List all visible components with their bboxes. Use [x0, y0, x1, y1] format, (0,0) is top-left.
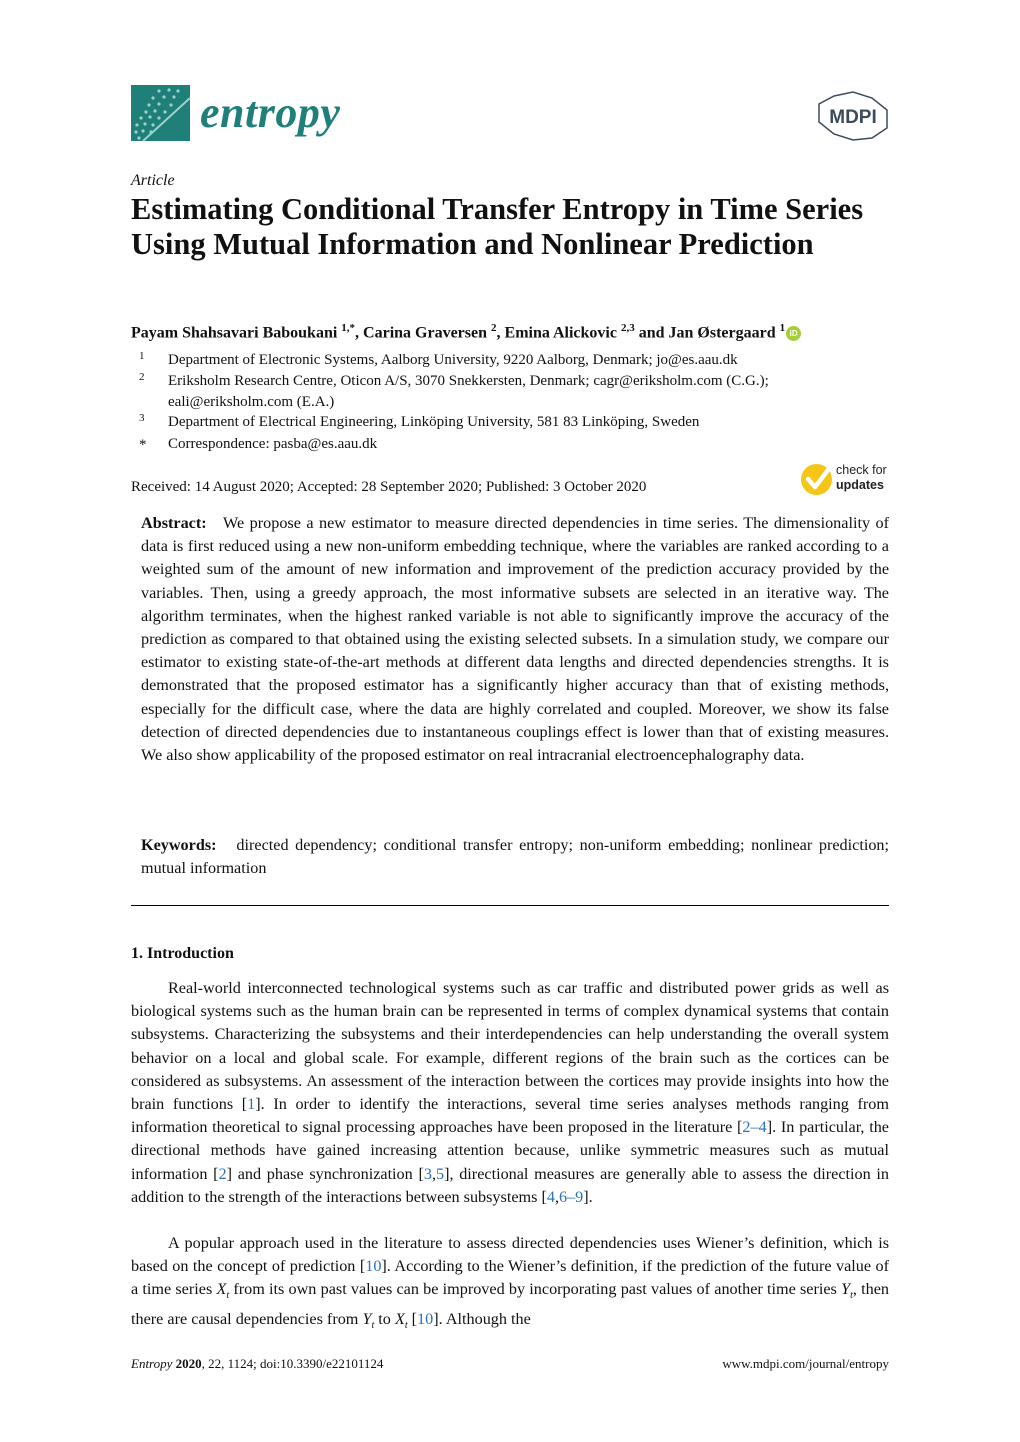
affiliation-text: Department of Electronic Systems, Aalbor… — [168, 352, 738, 368]
math-var: Xt — [216, 1280, 230, 1302]
abstract: Abstract: We propose a new estimator to … — [141, 512, 889, 767]
author-separator: , — [355, 324, 364, 342]
affiliation-number: 3 — [139, 412, 145, 424]
paragraph-text: Real-world interconnected technological … — [131, 979, 889, 1114]
footer-url[interactable]: www.mdpi.com/journal/entropy — [700, 1356, 889, 1372]
intro-paragraph-2: A popular approach used in the literatur… — [131, 1232, 889, 1337]
paragraph-text: to — [374, 1309, 395, 1328]
author-separator: , — [496, 324, 505, 342]
affiliation-number: 2 — [139, 371, 145, 383]
author-name: Payam Shahsavari Baboukani — [131, 324, 338, 342]
paragraph-text: ]. — [583, 1187, 593, 1206]
citation-link[interactable]: 10 — [365, 1257, 381, 1275]
author-affil-sup: 1,* — [341, 322, 356, 334]
math-var: Yt — [841, 1280, 853, 1302]
section-divider — [131, 905, 889, 906]
math-var: Xt — [394, 1309, 408, 1332]
keywords-text: directed dependency; conditional transfe… — [141, 836, 890, 878]
affiliation-number: 1 — [139, 350, 145, 362]
section-heading: 1. Introduction — [131, 945, 234, 962]
check-for-updates-badge[interactable]: check for updates — [800, 462, 895, 498]
keywords: Keywords: directed dependency; condition… — [141, 834, 889, 880]
author-name: Jan Østergaard — [668, 324, 776, 342]
correspondence-marker: * — [139, 437, 147, 453]
article-title: Estimating Conditional Transfer Entropy … — [131, 192, 864, 261]
author-affil-sup: 1 — [779, 322, 786, 334]
updates-label: updates — [836, 478, 884, 492]
check-icon — [801, 464, 832, 495]
article-type: Article — [131, 172, 175, 189]
author-affil-sup: 2,3 — [620, 322, 635, 334]
author-list: Payam Shahsavari Baboukani 1,*, Carina G… — [131, 322, 802, 342]
abstract-text: We propose a new estimator to measure di… — [141, 514, 889, 765]
mdpi-logo-icon: MDPI — [814, 90, 892, 142]
mdpi-logo-text: MDPI — [829, 107, 877, 128]
author-separator: and — [634, 324, 669, 342]
keywords-label: Keywords: — [141, 836, 217, 854]
author-name: Carina Graversen — [363, 324, 488, 342]
journal-name: entropy — [200, 88, 341, 137]
citation-link[interactable]: 10 — [417, 1310, 433, 1328]
paragraph-text: ]. Although the — [433, 1309, 531, 1328]
footer-citation: Entropy 2020, 22, 1124; doi:10.3390/e221… — [131, 1356, 383, 1372]
citation-link[interactable]: 6–9 — [559, 1188, 583, 1206]
author-name: Emina Alickovic — [504, 324, 617, 342]
entropy-logo-icon — [131, 85, 191, 142]
citation-link[interactable]: 3 — [424, 1165, 432, 1183]
footer-year: 2020 — [175, 1356, 202, 1371]
footer-doi: , 22, 1124; doi:10.3390/e22101124 — [201, 1356, 384, 1371]
correspondence-text: Correspondence: pasba@es.aau.dk — [168, 436, 378, 452]
citation-link[interactable]: 5 — [436, 1165, 444, 1183]
intro-paragraph-1: Real-world interconnected technological … — [131, 977, 889, 1209]
affiliation-text: Eriksholm Research Centre, Oticon A/S, 3… — [168, 373, 769, 389]
check-for-label: check for — [836, 463, 887, 477]
orcid-icon[interactable]: iD — [786, 326, 802, 342]
abstract-label: Abstract: — [141, 514, 207, 532]
math-var: Yt — [362, 1309, 375, 1332]
footer-journal: Entropy — [131, 1356, 173, 1371]
citation-link[interactable]: 2 — [219, 1165, 227, 1183]
publication-dates: Received: 14 August 2020; Accepted: 28 S… — [131, 479, 647, 495]
paragraph-text: from its own past values can be improved… — [229, 1280, 842, 1299]
citation-link[interactable]: 2–4 — [742, 1118, 766, 1136]
citation-link[interactable]: 4 — [547, 1188, 555, 1206]
affiliation-text: Department of Electrical Engineering, Li… — [168, 414, 700, 430]
paragraph-text: ] and phase synchronization [ — [226, 1164, 424, 1183]
affiliation-text: eali@eriksholm.com (E.A.) — [168, 394, 335, 410]
paragraph-text: [ — [407, 1309, 418, 1328]
